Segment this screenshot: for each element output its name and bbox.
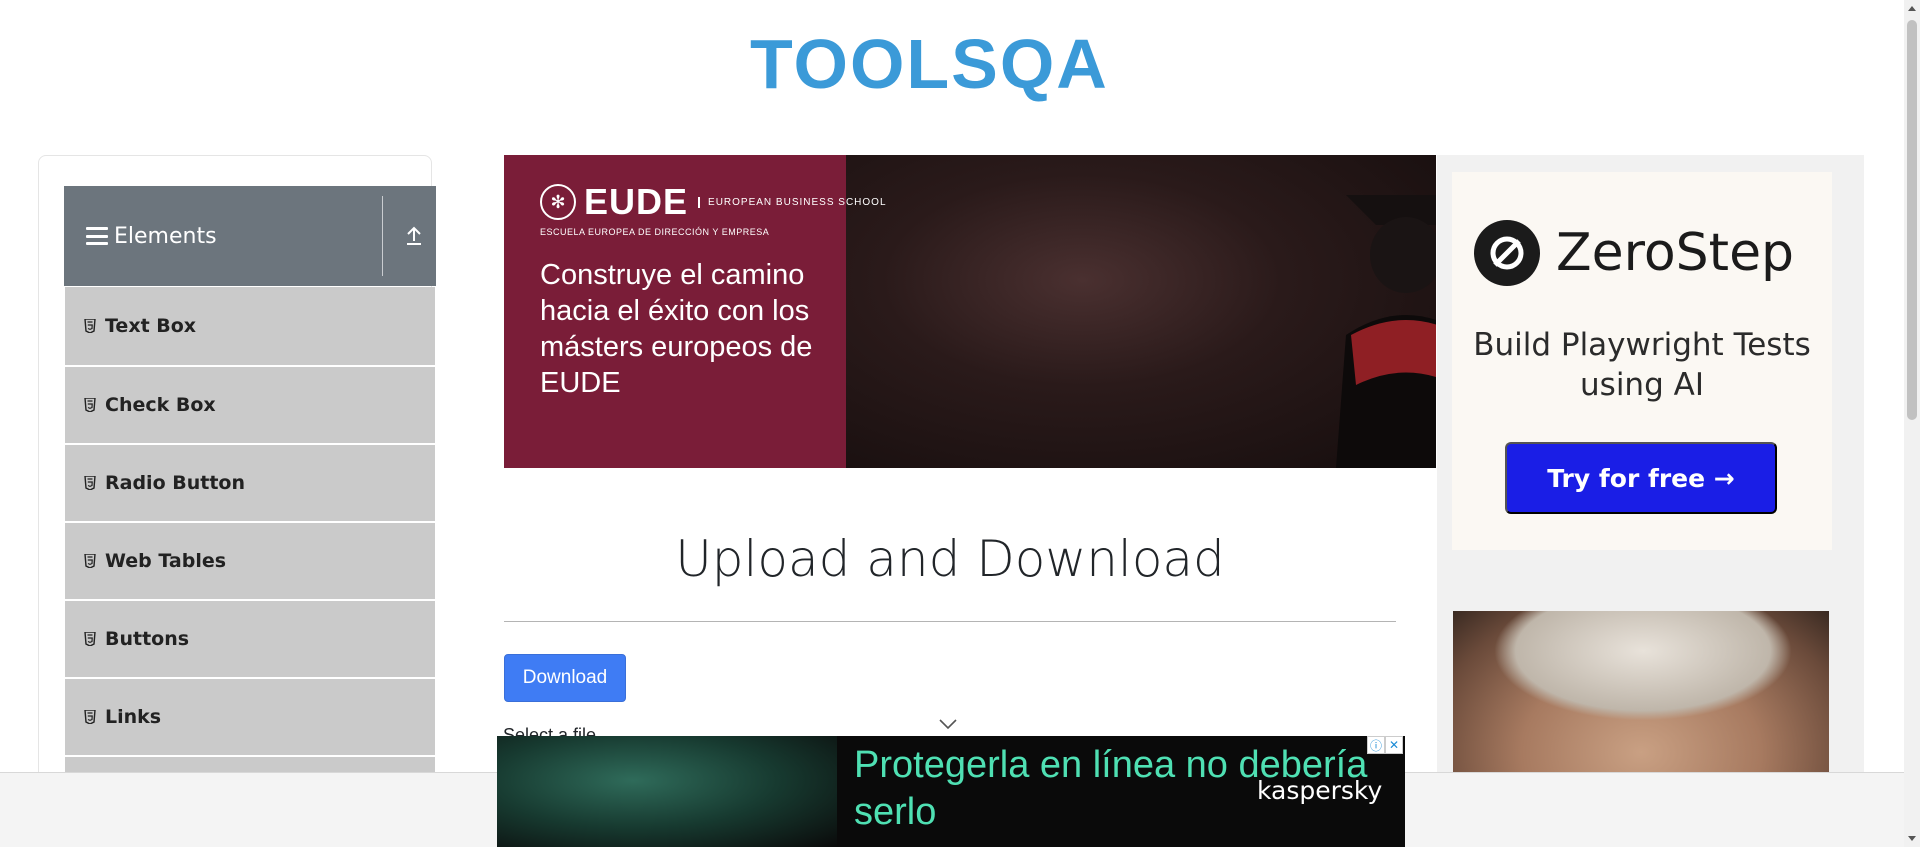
ad-info-icon[interactable]: ⓘ [1367,736,1385,754]
scroll-thumb[interactable] [1907,20,1917,420]
header-divider [382,196,383,276]
sidebar-item-check-box[interactable]: Check Box [65,365,435,443]
eude-emblem-icon: ✻ [540,184,576,220]
html5-icon [83,475,97,491]
sidebar-item-label: Check Box [105,394,216,416]
sidebar-item-web-tables[interactable]: Web Tables [65,521,435,599]
banner-tagline: ESCUELA EUROPEA DE DIRECCIÓN Y EMPRESA [540,227,770,237]
html5-icon [83,553,97,569]
svg-text:TOOLSQA: TOOLSQA [750,25,1109,103]
scroll-down-arrow-icon[interactable] [1904,831,1920,847]
sidebar-item-radio-button[interactable]: Radio Button [65,443,435,521]
html5-icon [83,318,97,334]
group-title: Elements [114,223,217,249]
eude-banner-ad[interactable]: ✻ EUDE EUROPEAN BUSINESS SCHOOL ESCUELA … [504,155,1436,468]
sidebar-item-links[interactable]: Links [65,677,435,755]
sidebar-item-label: Text Box [105,315,197,337]
title-divider [504,621,1396,622]
sidebar-item-text-box[interactable]: Text Box [65,287,435,365]
kaspersky-bottom-ad[interactable]: Protegerla en línea no debería serlo kas… [497,736,1405,847]
kaspersky-logo: kaspersky [1257,776,1383,805]
download-button[interactable]: Download [504,654,626,702]
sidebar-item-label: Links [105,706,162,728]
sidebar-item-label: Radio Button [105,472,245,494]
sidebar-item-buttons[interactable]: Buttons [65,599,435,677]
sidebar-item-label: Web Tables [105,550,227,572]
toolsqa-logo[interactable]: TOOLSQA [750,18,1160,118]
collapse-up-icon[interactable] [394,216,434,256]
zerostep-logo: ZeroStep [1474,220,1794,286]
adchoices: ⓘ ✕ [1367,736,1403,754]
sidebar-menu: Text Box Check Box Radio Button Web Tabl… [65,287,435,833]
sidebar-item-label: Buttons [105,628,190,650]
kaspersky-ad-photo [497,736,837,847]
eude-logo: ✻ EUDE EUROPEAN BUSINESS SCHOOL [540,181,887,223]
hamburger-icon [86,227,108,245]
chevron-down-icon[interactable] [938,717,958,731]
graduate-figure [1336,195,1436,468]
html5-icon [83,631,97,647]
graduation-photo [846,155,1436,468]
try-for-free-button[interactable]: Try for free → [1505,442,1777,514]
zerostep-tagline: Build Playwright Tests using AI [1473,327,1811,403]
zerostep-icon [1474,220,1540,286]
ad-close-icon[interactable]: ✕ [1385,736,1403,754]
html5-icon [83,397,97,413]
page-title: Upload and Download [675,530,1225,588]
elements-group-header[interactable]: Elements [64,186,436,286]
scroll-up-arrow-icon[interactable] [1904,0,1920,16]
html5-icon [83,709,97,725]
banner-headline: Construye el camino hacia el éxito con l… [540,259,813,399]
